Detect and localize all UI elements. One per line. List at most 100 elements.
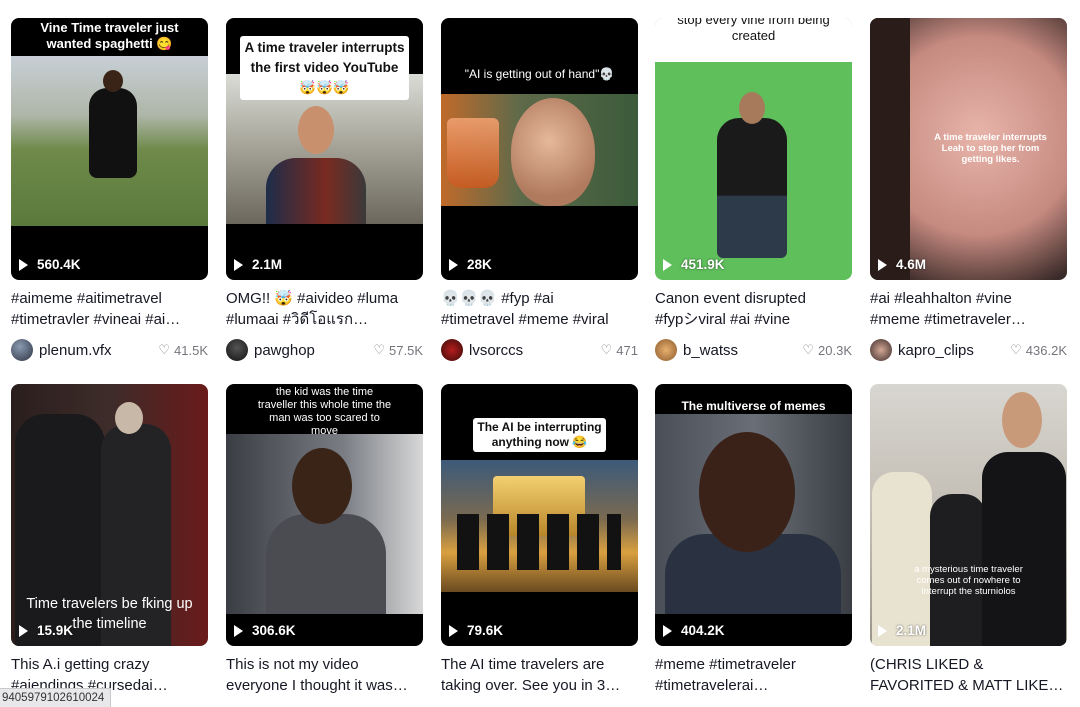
play-icon: [19, 258, 28, 271]
view-count-value: 15.9K: [37, 623, 74, 638]
author-name: lvsorccs: [469, 341, 524, 359]
video-caption[interactable]: This is not my video everyone I thought i…: [226, 654, 423, 696]
view-count: 79.6K: [449, 623, 503, 638]
video-meta: plenum.vfx ♡ 41.5K: [11, 338, 208, 362]
author-name: kapro_clips: [898, 341, 974, 359]
video-thumbnail[interactable]: stop every vine from being created 451.9…: [655, 18, 852, 280]
like-count-value: 20.3K: [818, 342, 852, 358]
caption-line-1: The AI time travelers are: [441, 656, 605, 673]
heart-icon: ♡: [373, 342, 386, 357]
view-count: 404.2K: [663, 623, 725, 638]
person-head: [292, 448, 352, 524]
video-thumbnail[interactable]: "AI is getting out of hand"💀 28K: [441, 18, 638, 280]
play-icon: [449, 258, 458, 271]
overlay-caption: A time traveler interrupts Leah to stop …: [934, 132, 1047, 165]
play-icon: [663, 258, 672, 271]
view-count-value: 79.6K: [467, 623, 504, 638]
author-link[interactable]: plenum.vfx: [11, 339, 112, 361]
view-count-value: 306.6K: [252, 623, 296, 638]
video-thumbnail[interactable]: A time traveler interrupts the first vid…: [226, 18, 423, 280]
play-icon: [234, 258, 243, 271]
view-count: 2.1M: [234, 257, 282, 272]
view-count-value: 560.4K: [37, 257, 81, 272]
video-caption[interactable]: #meme #timetraveler #timetravelerai…: [655, 654, 852, 696]
overlay-caption: stop every vine from being created: [677, 18, 830, 43]
video-thumbnail[interactable]: Vine Time traveler just wanted spaghetti…: [11, 18, 208, 280]
avatar: [11, 339, 33, 361]
video-meta: lvsorccs ♡ 471: [441, 338, 638, 362]
video-caption[interactable]: OMG!! 🤯 #aivideo #luma #lumaai #วิดีโอแรก…: [226, 288, 423, 330]
play-icon: [663, 624, 672, 637]
view-count-value: 2.1M: [252, 257, 283, 272]
author-link[interactable]: lvsorccs: [441, 339, 523, 361]
caption-line-1: This A.i getting crazy: [11, 656, 150, 673]
overlay-caption: the kid was the time traveller this whol…: [257, 386, 392, 437]
avatar: [870, 339, 892, 361]
person-figure: [717, 118, 787, 258]
video-caption[interactable]: #aimeme #aitimetravel #timetravler #vinea…: [11, 288, 208, 330]
author-link[interactable]: b_watss: [655, 339, 738, 361]
like-count: ♡ 471: [601, 342, 638, 358]
person-figure: [266, 158, 366, 224]
video-caption[interactable]: The AI time travelers are taking over. Se…: [441, 654, 638, 696]
caption-line-2: #timetravelerai…: [655, 677, 769, 694]
caption-line-2: #lumaai #วิดีโอแรก…: [226, 311, 369, 328]
caption-line-2: #fypシviral #ai #vine: [655, 311, 791, 328]
avatar: [655, 339, 677, 361]
video-caption[interactable]: (CHRIS LIKED & FAVORITED & MATT LIKE…: [870, 654, 1067, 696]
person-head: [115, 402, 143, 434]
author-name: pawghop: [254, 341, 315, 359]
video-caption[interactable]: 💀💀💀 #fyp #ai #timetravel #meme #viral: [441, 288, 638, 330]
video-thumbnail[interactable]: Time travelers be fking up the timeline …: [11, 384, 208, 646]
video-thumbnail[interactable]: A time traveler interrupts Leah to stop …: [870, 18, 1067, 280]
caption-line-1: OMG!! 🤯 #aivideo #luma: [226, 290, 399, 307]
view-count: 4.6M: [878, 257, 926, 272]
person-figure: [982, 452, 1066, 646]
view-count: 28K: [449, 257, 492, 272]
video-thumbnail[interactable]: The AI be interrupting anything now 😂 79…: [441, 384, 638, 646]
author-link[interactable]: kapro_clips: [870, 339, 974, 361]
view-count: 15.9K: [19, 623, 73, 638]
avatar: [226, 339, 248, 361]
video-caption[interactable]: #ai #leahhalton #vine #meme #timetraveler…: [870, 288, 1067, 330]
caption-line-2: #timetravler #vineai #ai…: [11, 311, 181, 328]
video-meta: pawghop ♡ 57.5K: [226, 338, 423, 362]
view-count-value: 404.2K: [681, 623, 725, 638]
overlay-caption: Vine Time traveler just wanted spaghetti…: [40, 20, 179, 51]
caption-line-2: #timetravel #meme #viral: [441, 311, 609, 328]
view-count-value: 451.9K: [681, 257, 725, 272]
avatar: [441, 339, 463, 361]
heart-icon: ♡: [802, 342, 815, 357]
video-caption[interactable]: Canon event disrupted #fypシviral #ai #vin…: [655, 288, 852, 330]
play-icon: [878, 258, 887, 271]
author-link[interactable]: pawghop: [226, 339, 315, 361]
overlay-caption: "AI is getting out of hand"💀: [464, 67, 615, 81]
view-count-value: 4.6M: [896, 257, 927, 272]
caption-line-1: #aimeme #aitimetravel: [11, 290, 162, 307]
author-name: plenum.vfx: [39, 341, 112, 359]
overlay-caption: A time traveler interrupts the first vid…: [240, 36, 409, 100]
caption-line-2: FAVORITED & MATT LIKE…: [870, 677, 1064, 694]
view-count-value: 2.1M: [896, 623, 927, 638]
caption-line-1: (CHRIS LIKED &: [870, 656, 984, 673]
like-count-value: 436.2K: [1025, 342, 1067, 358]
glass-shape: [447, 118, 499, 188]
play-icon: [19, 624, 28, 637]
video-thumbnail[interactable]: the kid was the time traveller this whol…: [226, 384, 423, 646]
author-name: b_watss: [683, 341, 739, 359]
play-icon: [234, 624, 243, 637]
caption-line-2: everyone I thought it was…: [226, 677, 408, 694]
caption-line-1: 💀💀💀 #fyp #ai: [441, 290, 554, 307]
video-thumbnail[interactable]: The multiverse of memes 404.2K: [655, 384, 852, 646]
overlay-caption: The multiverse of memes: [681, 399, 826, 413]
view-count: 2.1M: [878, 623, 926, 638]
figures-row: [457, 514, 621, 570]
heart-icon: ♡: [158, 342, 171, 357]
overlay-caption: The AI be interrupting anything now 😂: [473, 418, 606, 452]
like-count-value: 57.5K: [389, 342, 423, 358]
video-thumbnail[interactable]: a mysterious time traveler comes out of …: [870, 384, 1067, 646]
view-count-value: 28K: [467, 257, 492, 272]
person-figure: [89, 88, 137, 178]
view-count: 451.9K: [663, 257, 725, 272]
person-figure: [872, 472, 932, 646]
